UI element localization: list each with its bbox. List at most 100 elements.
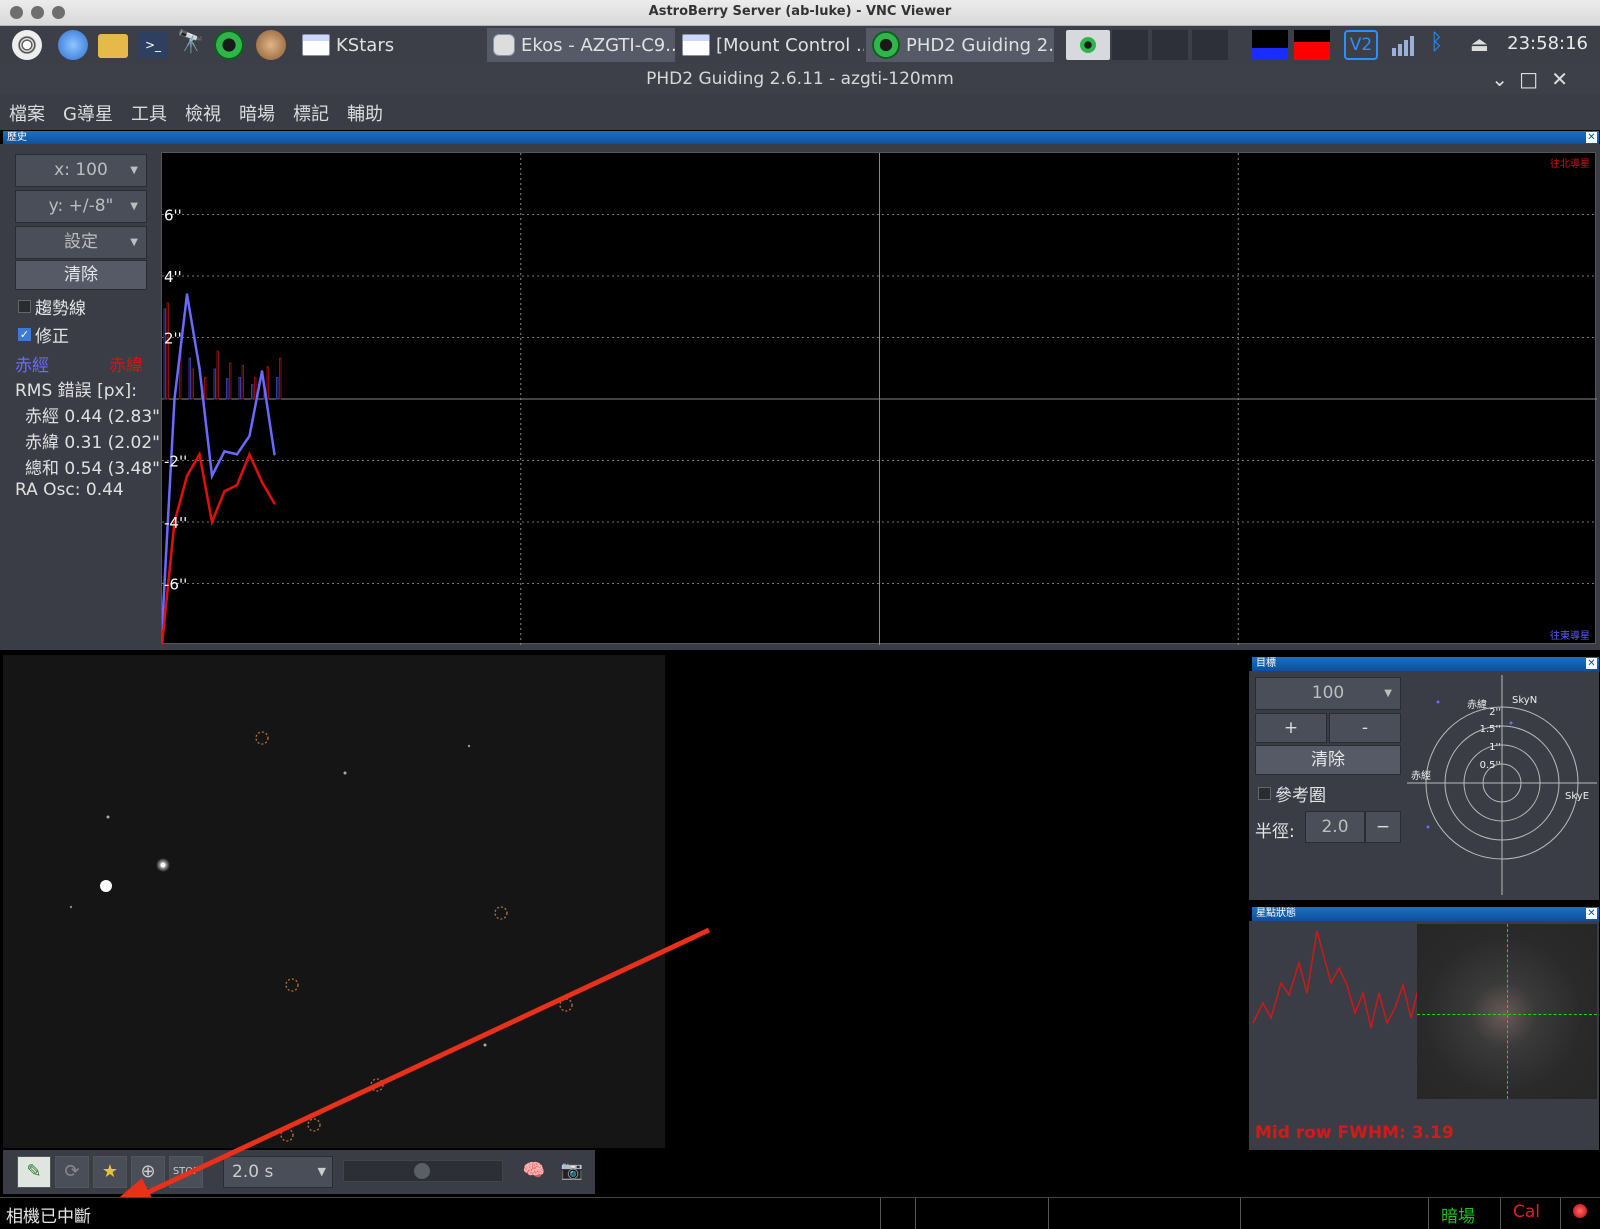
star-marker [494,906,508,920]
settings-label: 設定 [64,232,98,252]
guide-point [1436,700,1440,704]
eject-icon[interactable]: ⏏ [1470,32,1494,58]
radius-input[interactable]: 2.0 [1305,811,1365,843]
camera-view[interactable] [3,655,665,1148]
planet-icon[interactable] [256,30,286,60]
target-pane: 100 ▼ + - 清除 參考圈 半徑: 2.0 − 2'' 1.5'' 1'' … [1249,671,1599,900]
loop-icon[interactable]: ⟳ [55,1156,89,1188]
brain-icon[interactable]: 🧠 [517,1156,551,1188]
task-kstars[interactable]: KStars [296,28,476,62]
faint-star [467,744,471,748]
connection-status-cell [1560,1198,1600,1229]
ra-point [210,474,214,478]
task-mount-control[interactable]: [Mount Control ... [676,28,864,62]
file-manager-icon[interactable] [98,34,128,58]
correction-checkbox[interactable]: ✓ 修正 [18,322,69,347]
y-tick-label: 4'' [164,268,182,286]
dropdown-arrow-icon: ▼ [1384,688,1392,699]
raspberry-menu-icon[interactable] [12,30,42,60]
y-tick-label: -2'' [164,453,187,471]
ra-point [248,434,251,438]
close-icon[interactable]: ✕ [1586,132,1597,143]
clear-target-button[interactable]: 清除 [1255,745,1401,775]
menu-file[interactable]: 檔案 [0,94,54,130]
phd2-tray-icon [1080,37,1096,53]
target-scale-dropdown[interactable]: 100 ▼ [1255,677,1401,710]
faint-star [343,771,347,775]
reference-circle-label: 參考圈 [1275,786,1326,806]
vnc-window-titlebar: AstroBerry Server (ab-luke) - VNC Viewer [0,0,1600,26]
wifi-signal-icon[interactable] [1390,34,1416,56]
crosshair-horizontal [1417,1014,1597,1015]
guide-history-graph[interactable]: 6'' 4'' 2'' -2'' -4'' -6'' 往北導星 往東導星 [160,152,1597,647]
zoom-out-button[interactable]: - [1329,713,1401,743]
vnc-tray-button[interactable] [1066,30,1110,60]
trend-line-checkbox[interactable]: 趨勢線 [18,294,86,319]
maximize-icon[interactable]: □ [1519,67,1538,91]
ra-legend[interactable]: 赤經 [15,351,49,376]
empty-tray-slot [1112,30,1148,60]
ra-point [273,453,276,456]
task-ekos[interactable]: Ekos - AZGTI-C9... [487,28,675,62]
dropdown-arrow-icon: ▼ [130,165,138,176]
clear-history-button[interactable]: 清除 [15,260,147,290]
candidate-star-markers [255,731,573,1142]
telescope-icon[interactable]: 🔭 [176,30,206,60]
guide-crosshair-icon[interactable]: ⊕ [131,1156,165,1188]
pencil-icon[interactable]: ✎ [17,1156,51,1188]
task-phd2[interactable]: PHD2 Guiding 2.... [866,28,1054,62]
menu-help[interactable]: 輔助 [338,94,392,130]
checkbox-box[interactable] [1258,787,1271,800]
bluetooth-icon[interactable]: ᛒ [1430,30,1450,60]
correction-bar [229,362,232,400]
y-tick-label: 2'' [164,330,182,348]
history-pane-title: 歷史 [7,132,27,143]
close-icon[interactable]: ✕ [1586,908,1597,919]
menu-darks[interactable]: 暗場 [230,94,284,130]
settings-dropdown[interactable]: 設定 ▼ [15,226,147,259]
phd2-launcher-icon[interactable] [214,30,244,60]
browser-globe-icon[interactable] [58,30,88,60]
stop-icon[interactable]: STOP [169,1156,203,1188]
checkmark-icon[interactable]: ✓ [18,328,31,341]
close-icon[interactable]: ✕ [1586,658,1597,669]
x-scale-dropdown[interactable]: x: 100 ▼ [15,154,147,187]
correction-bar [254,376,257,400]
y-scale-dropdown[interactable]: y: +/-8" ▼ [15,190,147,223]
terminal-icon[interactable]: >_ [138,32,168,58]
taskbar: >_ 🔭 KStars Ekos - AZGTI-C9... [Mount Co… [0,26,1600,64]
minimize-icon[interactable]: ⌄ [1491,67,1508,91]
exposure-dropdown[interactable]: 2.0 s ▼ [223,1156,333,1188]
star-thumbnail [1417,924,1597,1099]
rms-dec: 赤緯 0.31 (2.02") [25,433,167,453]
close-icon[interactable]: ✕ [1551,67,1568,91]
clock[interactable]: 23:58:16 [1507,33,1588,54]
checkbox-box[interactable] [18,300,31,313]
cal-status-cell: Cal [1500,1198,1560,1229]
menu-view[interactable]: 檢視 [176,94,230,130]
vnc-server-icon[interactable]: V2 [1344,30,1378,60]
dec-point [185,474,189,478]
radius-decrement-button[interactable]: − [1365,811,1401,843]
correction-bar [213,368,216,400]
dec-legend[interactable]: 赤緯 [109,351,143,376]
reference-circle-checkbox[interactable]: 參考圈 [1258,781,1326,806]
y-tick-label: -6'' [164,576,187,594]
slider-handle[interactable] [414,1163,430,1179]
menu-guide[interactable]: G導星 [54,94,122,130]
camera-icon[interactable]: 📷 [555,1156,589,1188]
correction-bar [216,350,219,400]
menu-bookmarks[interactable]: 標記 [284,94,338,130]
menu-tools[interactable]: 工具 [122,94,176,130]
empty-display-area [665,655,1245,1148]
correction-bar [166,302,169,400]
star-marker [255,731,269,745]
rms-total: 總和 0.54 (3.48") [25,459,167,479]
history-pane-header: 歷史 ✕ [3,131,1599,145]
gamma-slider[interactable] [343,1160,503,1182]
correction-bar [241,364,244,400]
auto-select-star-icon[interactable]: ★ [93,1156,127,1188]
target-pane-title: 目標 [1256,658,1276,669]
zoom-in-button[interactable]: + [1255,713,1327,743]
faint-star [483,1043,487,1047]
